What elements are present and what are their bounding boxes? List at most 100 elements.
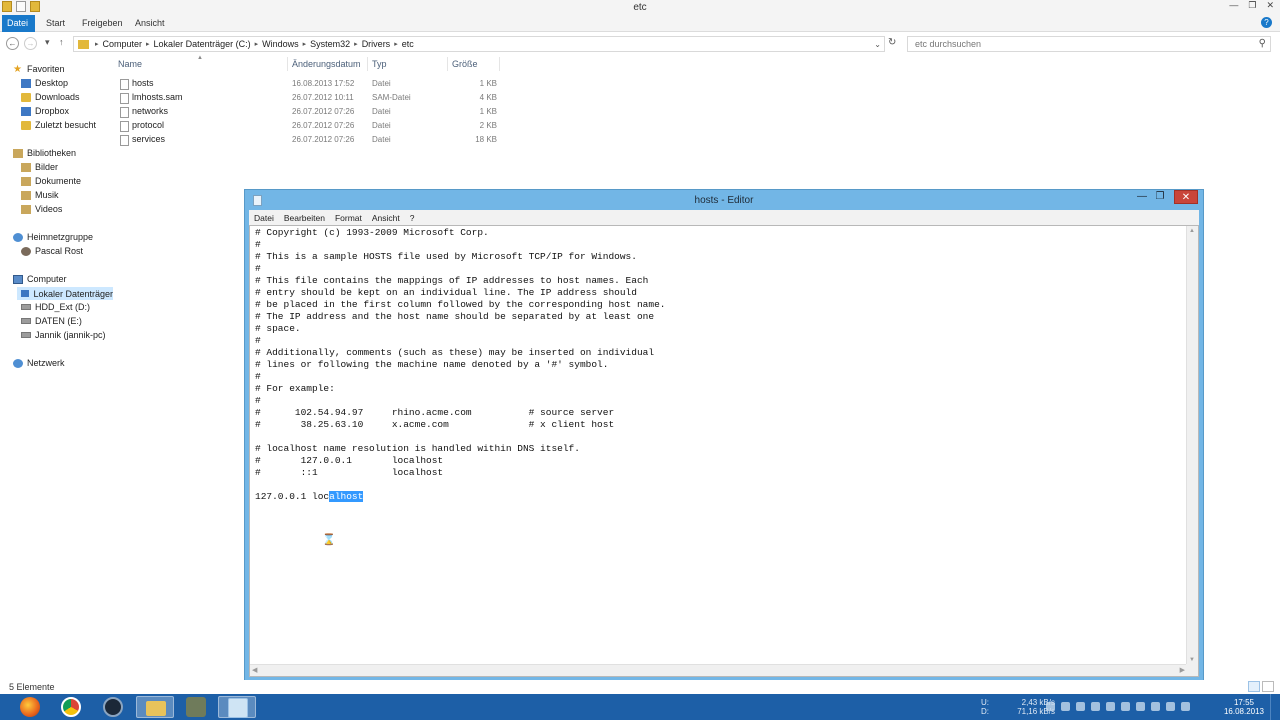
taskbar-notepad[interactable]	[218, 696, 256, 718]
taskbar-tool[interactable]	[177, 696, 215, 718]
menu-edit[interactable]: Bearbeiten	[279, 213, 330, 223]
details-view-icon[interactable]	[1248, 681, 1260, 692]
tab-start[interactable]: Start	[38, 15, 73, 32]
horizontal-scrollbar[interactable]: ◀ ▶	[250, 664, 1187, 676]
text-selection: alhost	[329, 491, 364, 502]
nav-desktop[interactable]: Desktop	[21, 78, 68, 88]
editor-text: # Copyright (c) 1993-2009 Microsoft Corp…	[255, 227, 665, 503]
forward-icon[interactable]: →	[24, 37, 37, 50]
tray-app-icon[interactable]	[1091, 702, 1100, 711]
large-icons-view-icon[interactable]	[1262, 681, 1274, 692]
nav-network[interactable]: Netzwerk	[13, 358, 65, 368]
scroll-right-icon[interactable]: ▶	[1180, 666, 1185, 674]
file-row[interactable]: hosts 16.08.2013 17:52 Datei 1 KB	[115, 77, 515, 91]
file-row[interactable]: lmhosts.sam 26.07.2012 10:11 SAM-Datei 4…	[115, 91, 515, 105]
editor-line: #	[255, 371, 261, 382]
text-editor[interactable]: # Copyright (c) 1993-2009 Microsoft Corp…	[249, 225, 1199, 677]
network-icon[interactable]	[1151, 702, 1160, 711]
up-icon[interactable]: ↑	[59, 37, 64, 47]
nav-libraries[interactable]: Bibliotheken	[13, 148, 76, 158]
help-icon[interactable]: ?	[1261, 17, 1272, 28]
column-date[interactable]: Änderungsdatum	[292, 59, 361, 69]
nav-computer[interactable]: Computer	[13, 274, 67, 284]
menu-file[interactable]: Datei	[249, 213, 279, 223]
breadcrumb-drivers[interactable]: Drivers	[362, 39, 391, 49]
nav-dropbox[interactable]: Dropbox	[21, 106, 69, 116]
nav-recent[interactable]: Zuletzt besucht	[21, 120, 96, 130]
editor-line: # This is a sample HOSTS file used by Mi…	[255, 251, 637, 262]
volume-icon[interactable]	[1166, 702, 1175, 711]
column-name[interactable]: Name	[118, 59, 142, 69]
file-icon	[120, 107, 129, 118]
flag-icon[interactable]	[1136, 702, 1145, 711]
tab-file[interactable]: Datei	[2, 15, 35, 32]
breadcrumb-computer[interactable]: Computer	[103, 39, 143, 49]
tray-app-icon[interactable]	[1106, 702, 1115, 711]
notepad-title: hosts - Editor	[694, 195, 754, 206]
scroll-down-icon[interactable]: ▼	[1189, 657, 1195, 663]
downloads-icon	[21, 92, 31, 102]
taskbar-explorer[interactable]	[136, 696, 174, 718]
nav-hdd-ext[interactable]: HDD_Ext (D:)	[21, 302, 90, 312]
nav-homegroup[interactable]: Heimnetzgruppe	[13, 232, 93, 242]
nav-user-pascal[interactable]: Pascal Rost	[21, 246, 83, 256]
text-cursor-icon: ⌛	[322, 533, 336, 546]
chevron-down-icon[interactable]: ⌄	[874, 40, 881, 49]
menu-help[interactable]: ?	[405, 213, 420, 223]
tray-app-icon[interactable]	[1121, 702, 1130, 711]
editor-line: #	[255, 335, 261, 346]
nav-favorites[interactable]: ★ Favoriten	[13, 64, 65, 74]
taskbar-chrome[interactable]	[52, 696, 90, 718]
taskbar-firefox[interactable]	[11, 696, 49, 718]
notepad-title-bar[interactable]: hosts - Editor — ❐ ✕	[245, 190, 1203, 210]
recent-locations-icon[interactable]: ▾	[45, 37, 50, 48]
nav-local-disk[interactable]: Lokaler Datenträger	[17, 287, 113, 300]
tray-app-icon[interactable]	[1061, 702, 1070, 711]
editor-line: # 127.0.0.1 localhost	[255, 455, 444, 466]
breadcrumb[interactable]: ▸ Computer ▸ Lokaler Datenträger (C:) ▸ …	[73, 36, 885, 52]
maximize-icon[interactable]: ❐	[1248, 0, 1256, 11]
search-input[interactable]: etc durchsuchen ⚲	[907, 36, 1271, 52]
resize-grip[interactable]	[1186, 664, 1198, 676]
column-size[interactable]: Größe	[452, 59, 478, 69]
close-icon[interactable]: ✕	[1266, 0, 1274, 11]
menu-format[interactable]: Format	[330, 213, 367, 223]
tray-app-icon[interactable]	[1076, 702, 1085, 711]
breadcrumb-system32[interactable]: System32	[310, 39, 350, 49]
column-type[interactable]: Typ	[372, 59, 387, 69]
file-row[interactable]: networks 26.07.2012 07:26 Datei 1 KB	[115, 105, 515, 119]
menu-view[interactable]: Ansicht	[367, 213, 405, 223]
breadcrumb-local-disk[interactable]: Lokaler Datenträger (C:)	[154, 39, 251, 49]
user-icon	[21, 246, 31, 256]
nav-pictures[interactable]: Bilder	[21, 162, 58, 172]
show-desktop-button[interactable]	[1270, 694, 1280, 720]
refresh-icon[interactable]: ↻	[888, 37, 896, 48]
taskbar-steam[interactable]	[94, 696, 132, 718]
minimize-icon[interactable]: —	[1135, 190, 1149, 204]
vertical-scrollbar[interactable]: ▲ ▼	[1186, 226, 1198, 665]
library-icon	[13, 148, 23, 158]
keyboard-icon[interactable]	[1181, 702, 1190, 711]
nav-videos[interactable]: Videos	[21, 204, 62, 214]
search-icon[interactable]: ⚲	[1259, 38, 1266, 49]
breadcrumb-etc[interactable]: etc	[402, 39, 414, 49]
back-icon[interactable]: ←	[6, 37, 19, 50]
recent-places-icon	[21, 120, 31, 130]
minimize-icon[interactable]: —	[1229, 0, 1238, 11]
nav-documents[interactable]: Dokumente	[21, 176, 81, 186]
maximize-icon[interactable]: ❐	[1153, 190, 1167, 204]
nav-music[interactable]: Musik	[21, 190, 59, 200]
file-row[interactable]: protocol 26.07.2012 07:26 Datei 2 KB	[115, 119, 515, 133]
nav-daten[interactable]: DATEN (E:)	[21, 316, 82, 326]
tab-share[interactable]: Freigeben	[74, 15, 131, 32]
close-button[interactable]: ✕	[1174, 190, 1198, 204]
bluetooth-icon[interactable]	[1046, 702, 1055, 711]
breadcrumb-windows[interactable]: Windows	[262, 39, 299, 49]
nav-downloads[interactable]: Downloads	[21, 92, 80, 102]
clock[interactable]: 17:55 16.08.2013	[1221, 698, 1267, 716]
nav-jannik[interactable]: Jannik (jannik-pc)	[21, 330, 106, 340]
scroll-up-icon[interactable]: ▲	[1189, 228, 1195, 234]
file-row[interactable]: services 26.07.2012 07:26 Datei 18 KB	[115, 133, 515, 147]
tab-view[interactable]: Ansicht	[127, 15, 173, 32]
scroll-left-icon[interactable]: ◀	[252, 666, 257, 674]
